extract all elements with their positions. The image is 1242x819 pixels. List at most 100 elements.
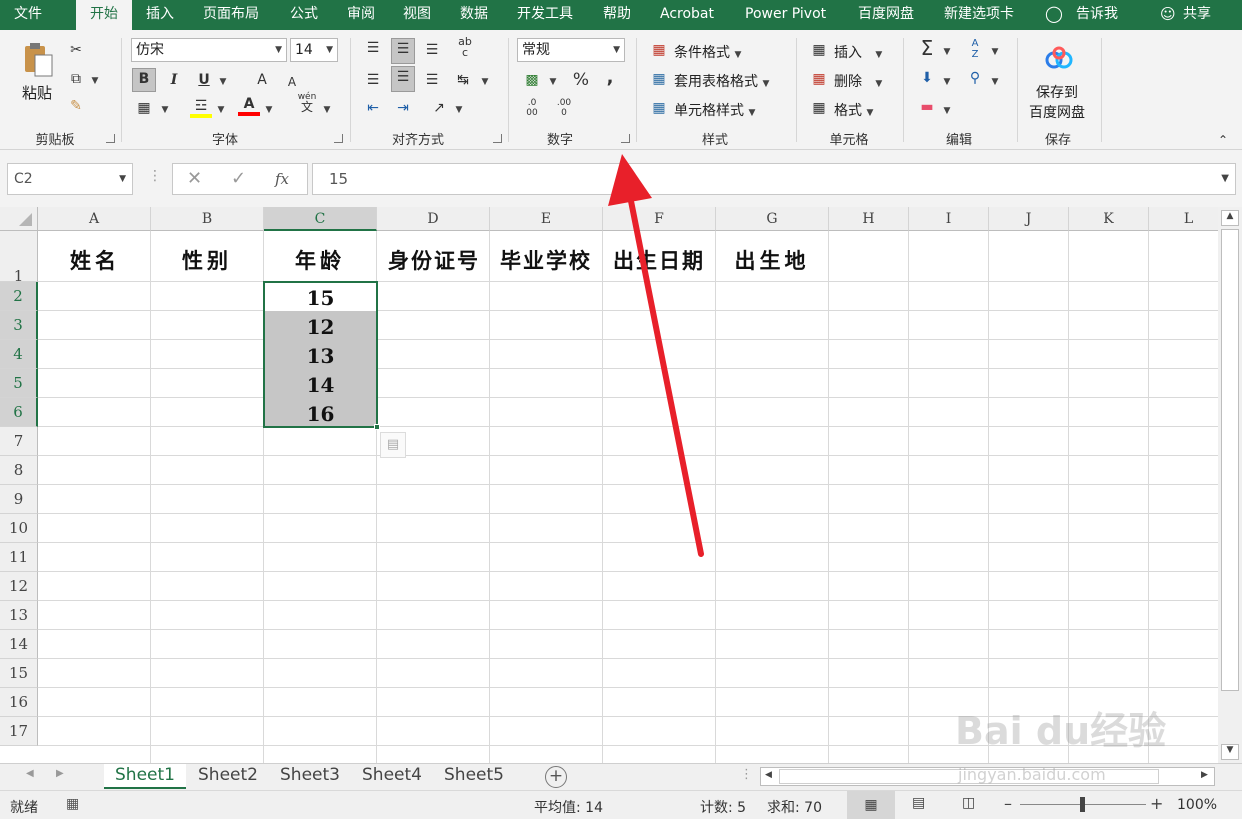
tab-scroll-left-icon[interactable]: ◀ <box>26 768 34 779</box>
quick-analysis-icon[interactable]: ▤ <box>380 432 406 458</box>
row-header-15[interactable]: 15 <box>0 659 38 688</box>
cell-c5[interactable]: 14 <box>264 373 377 397</box>
row-header-4[interactable]: 4 <box>0 340 38 369</box>
zoom-level[interactable]: 100% <box>1177 797 1217 813</box>
percent-button[interactable]: % <box>570 70 592 90</box>
header-gender[interactable]: 性别 <box>152 245 262 275</box>
sheet-tab-4[interactable]: Sheet4 <box>352 764 432 789</box>
hscroll-left-icon[interactable]: ◀ <box>765 770 772 780</box>
font-color-dropdown-icon[interactable]: ▼ <box>262 98 276 120</box>
save-to-label-2[interactable]: 百度网盘 <box>1029 102 1085 122</box>
row-header-3[interactable]: 3 <box>0 311 38 340</box>
column-header-g[interactable]: G <box>716 207 829 231</box>
macro-record-icon[interactable]: ▦ <box>66 796 79 812</box>
align-bottom-icon[interactable]: ☰ <box>421 40 443 60</box>
row-header-5[interactable]: 5 <box>0 369 38 398</box>
tab-baidu-netdisk[interactable]: 百度网盘 <box>858 0 914 30</box>
find-dropdown-icon[interactable]: ▼ <box>988 70 1002 92</box>
sort-dropdown-icon[interactable]: ▼ <box>988 40 1002 62</box>
paste-label[interactable]: 粘贴 <box>22 82 52 103</box>
hscroll-right-icon[interactable]: ▶ <box>1201 770 1208 780</box>
tab-developer[interactable]: 开发工具 <box>517 0 573 30</box>
cancel-icon[interactable]: ✕ <box>187 164 202 194</box>
phonetic-dropdown-icon[interactable]: ▼ <box>320 98 334 120</box>
insert-function-icon[interactable]: fx <box>275 164 289 194</box>
zoom-in-icon[interactable]: + <box>1150 794 1163 813</box>
fill-down-icon[interactable]: ⬇ <box>916 68 938 88</box>
align-center-icon[interactable]: ☰ <box>391 66 415 92</box>
column-header-b[interactable]: B <box>151 207 264 231</box>
sheet-tab-3[interactable]: Sheet3 <box>270 764 350 789</box>
tab-splitter-icon[interactable]: ⋮ <box>740 767 753 782</box>
underline-button[interactable]: U <box>194 70 214 90</box>
autosum-icon[interactable]: Σ <box>916 38 938 58</box>
tab-help[interactable]: 帮助 <box>603 0 631 30</box>
fill-dropdown-icon[interactable]: ▼ <box>214 98 228 120</box>
format-painter-icon[interactable]: ✎ <box>66 96 86 116</box>
tell-me-button[interactable]: 告诉我 <box>1076 0 1118 30</box>
format-as-table-button[interactable]: 套用表格格式 ▼ <box>674 71 769 91</box>
row-header-10[interactable]: 10 <box>0 514 38 543</box>
format-cells-button[interactable]: 格式 ▼ <box>834 100 873 120</box>
header-name[interactable]: 姓名 <box>40 245 150 275</box>
sheet-tab-2[interactable]: Sheet2 <box>188 764 268 789</box>
tab-home[interactable]: 开始 <box>76 0 132 30</box>
clipboard-launcher-icon[interactable] <box>106 134 115 143</box>
merge-dropdown-icon[interactable]: ▼ <box>478 70 492 92</box>
conditional-format-button[interactable]: 条件格式 ▼ <box>674 42 741 62</box>
save-to-label-1[interactable]: 保存到 <box>1036 82 1078 102</box>
row-header-13[interactable]: 13 <box>0 601 38 630</box>
paste-icon[interactable] <box>22 40 54 78</box>
border-icon[interactable]: ▦ <box>134 98 154 118</box>
row-header-17[interactable]: 17 <box>0 717 38 746</box>
page-layout-view-icon[interactable]: ▤ <box>912 795 925 811</box>
add-sheet-icon[interactable]: + <box>545 766 567 788</box>
font-size-select[interactable]: 14 ▼ <box>290 38 338 62</box>
header-id-number[interactable]: 身份证号 <box>382 245 486 275</box>
delete-cells-button[interactable]: 删除 ▼ <box>834 71 882 91</box>
scroll-thumb[interactable] <box>1221 229 1239 691</box>
column-header-e[interactable]: E <box>490 207 603 231</box>
sort-filter-icon[interactable]: AZ <box>964 38 986 60</box>
number-format-select[interactable]: 常规 ▼ <box>517 38 625 62</box>
baidu-netdisk-icon[interactable] <box>1042 44 1076 74</box>
underline-dropdown-icon[interactable]: ▼ <box>216 70 230 92</box>
autosum-dropdown-icon[interactable]: ▼ <box>940 40 954 62</box>
copy-dropdown-icon[interactable]: ▼ <box>88 69 102 91</box>
header-birthplace[interactable]: 出生地 <box>717 245 827 275</box>
column-header-c[interactable]: C <box>264 207 377 231</box>
column-header-a[interactable]: A <box>38 207 151 231</box>
row-header-2[interactable]: 2 <box>0 282 38 311</box>
grow-font-button[interactable]: A <box>252 70 272 90</box>
align-top-icon[interactable]: ☰ <box>362 38 384 58</box>
cell-c6[interactable]: 16 <box>264 402 377 426</box>
cut-icon[interactable]: ✂ <box>66 40 86 60</box>
align-right-icon[interactable]: ☰ <box>421 70 443 90</box>
scroll-down-icon[interactable]: ▼ <box>1221 744 1239 760</box>
tab-page-layout[interactable]: 页面布局 <box>203 0 259 30</box>
share-button[interactable]: 共享 <box>1183 0 1211 30</box>
enter-check-icon[interactable]: ✓ <box>231 164 246 194</box>
decrease-decimal-icon[interactable]: .00 0 <box>552 98 576 118</box>
formula-input[interactable]: 15 ▼ <box>312 163 1236 195</box>
wrap-text-icon[interactable]: ab c <box>454 36 476 58</box>
find-select-icon[interactable]: ⚲ <box>964 68 986 88</box>
header-age[interactable]: 年龄 <box>265 245 375 275</box>
normal-view-icon[interactable]: ▦ <box>847 791 895 819</box>
hscroll-thumb[interactable] <box>779 769 1159 784</box>
tab-power-pivot[interactable]: Power Pivot <box>745 0 826 30</box>
border-dropdown-icon[interactable]: ▼ <box>158 98 172 120</box>
decrease-indent-icon[interactable]: ⇤ <box>362 98 384 118</box>
zoom-slider-thumb[interactable] <box>1080 797 1085 812</box>
tab-view[interactable]: 视图 <box>403 0 431 30</box>
font-color-icon[interactable]: A <box>238 94 260 116</box>
horizontal-scrollbar[interactable]: ◀ ▶ <box>760 767 1215 786</box>
clear-dropdown-icon[interactable]: ▼ <box>940 99 954 121</box>
phonetic-icon[interactable]: wén 文 <box>296 92 318 113</box>
row-header-6[interactable]: 6 <box>0 398 38 427</box>
clear-eraser-icon[interactable]: ▬ <box>916 97 938 117</box>
select-all-corner[interactable] <box>0 207 38 231</box>
tab-review[interactable]: 审阅 <box>347 0 375 30</box>
alignment-launcher-icon[interactable] <box>493 134 502 143</box>
row-header-9[interactable]: 9 <box>0 485 38 514</box>
